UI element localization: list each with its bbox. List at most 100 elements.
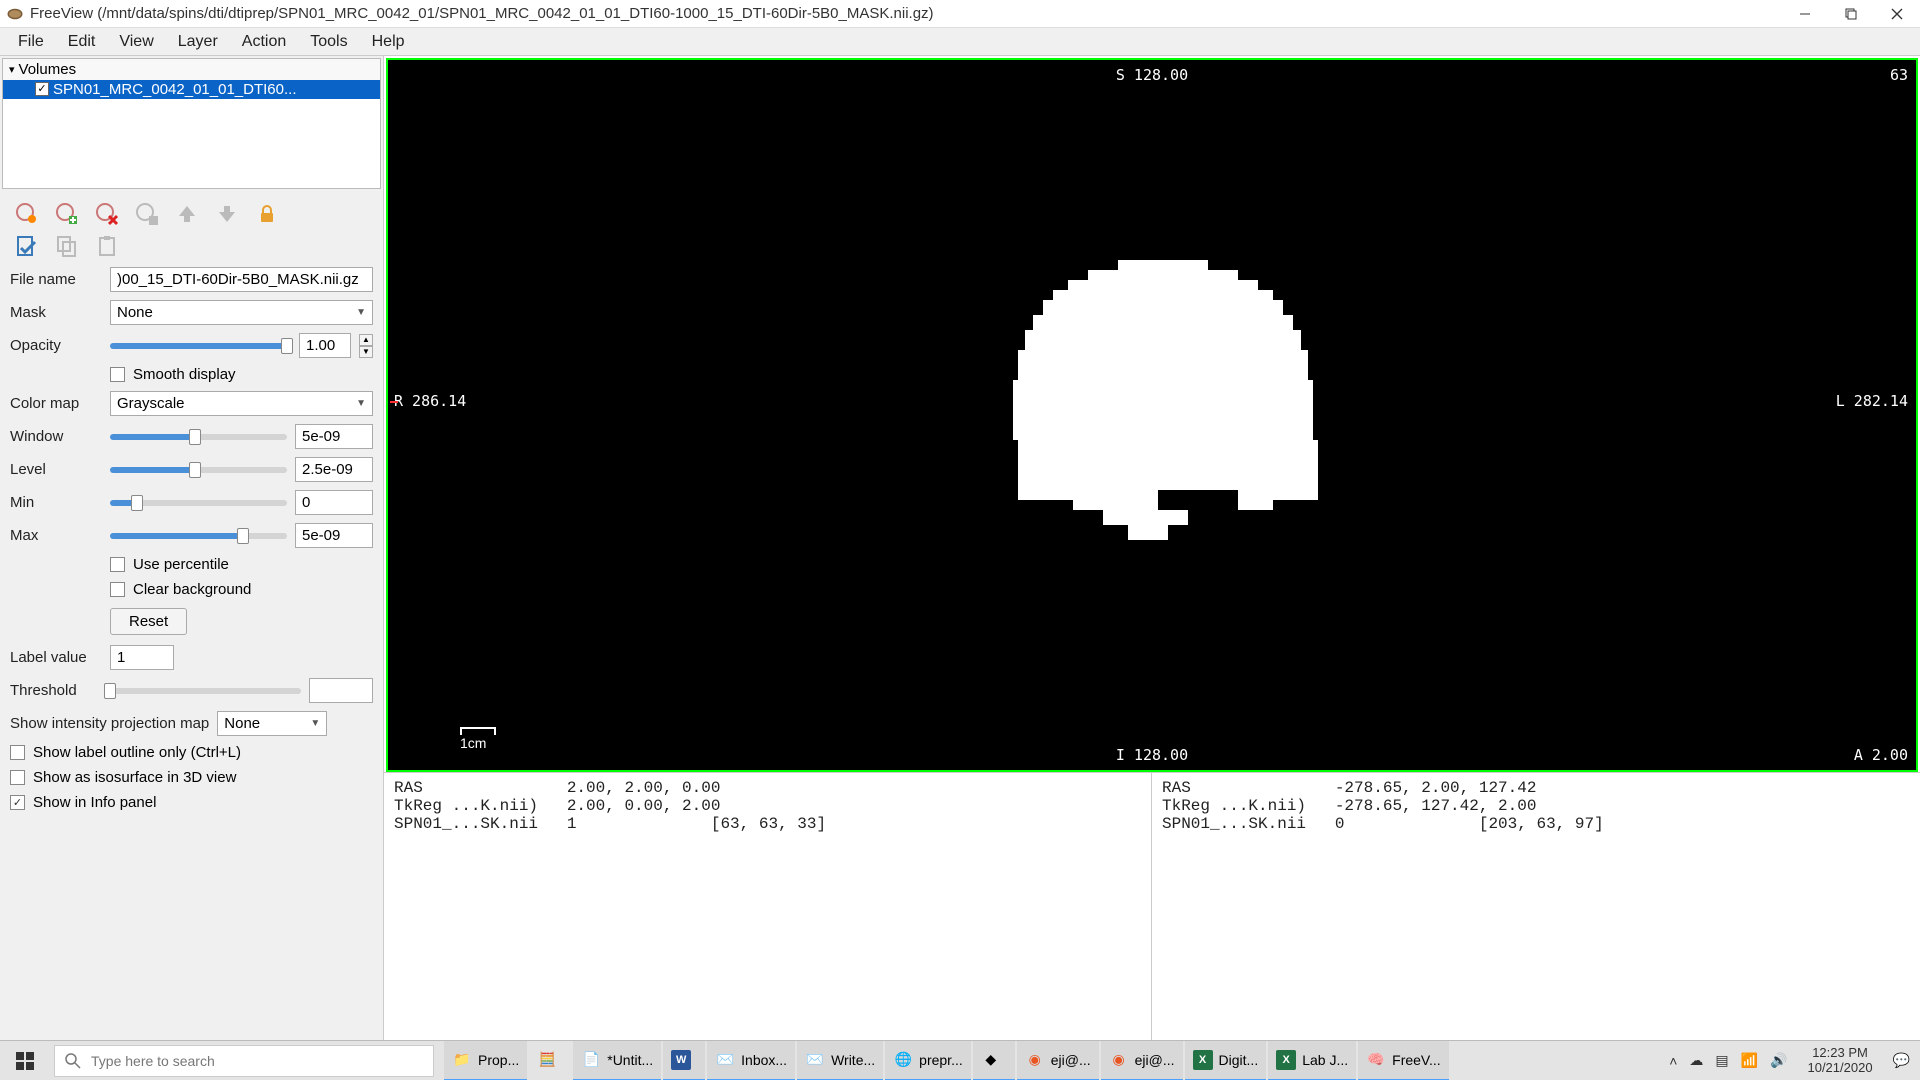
iso-checkbox[interactable]	[10, 770, 25, 785]
window-title: FreeView (/mnt/data/spins/dti/dtiprep/SP…	[30, 5, 934, 22]
labelvalue-input[interactable]	[110, 645, 174, 670]
volume-item[interactable]: SPN01_MRC_0042_01_01_DTI60...	[3, 80, 380, 99]
network-icon[interactable]: ▤	[1715, 1052, 1728, 1069]
outline-checkbox[interactable]	[10, 745, 25, 760]
opacity-input[interactable]	[299, 333, 351, 358]
taskbar-clock[interactable]: 12:23 PM 10/21/2020	[1799, 1046, 1880, 1076]
colormap-label: Color map	[10, 395, 102, 412]
taskbar-app[interactable]: 🧮	[529, 1041, 571, 1080]
info-left: RAS 2.00, 2.00, 0.00 TkReg ...K.nii) 2.0…	[384, 773, 1152, 1040]
paste-icon[interactable]	[94, 233, 120, 259]
info-panels: RAS 2.00, 2.00, 0.00 TkReg ...K.nii) 2.0…	[384, 772, 1920, 1040]
iso-label: Show as isosurface in 3D view	[33, 769, 236, 786]
level-input[interactable]	[295, 457, 373, 482]
volume-checkbox[interactable]	[35, 82, 49, 96]
filename-input[interactable]	[110, 267, 373, 292]
taskbar-app[interactable]: ◆	[973, 1041, 1015, 1080]
taskbar-app[interactable]: ✉️Inbox...	[707, 1041, 795, 1080]
window-input[interactable]	[295, 424, 373, 449]
copy-icon[interactable]	[54, 233, 80, 259]
lock-icon[interactable]	[254, 201, 280, 227]
opacity-slider[interactable]	[110, 343, 291, 349]
percentile-checkbox[interactable]	[110, 557, 125, 572]
excel-icon: X	[1193, 1050, 1213, 1070]
labelvalue-row: Label value	[0, 641, 383, 674]
colormap-select[interactable]: Grayscale▼	[110, 391, 373, 416]
threshold-slider[interactable]	[110, 688, 301, 694]
menu-file[interactable]: File	[6, 31, 56, 53]
close-button[interactable]	[1874, 0, 1920, 28]
minimize-button[interactable]	[1782, 0, 1828, 28]
tray-overflow-icon[interactable]: ˄	[1669, 1053, 1677, 1069]
window-titlebar: FreeView (/mnt/data/spins/dti/dtiprep/SP…	[0, 0, 1920, 28]
layer-toolbar-2	[0, 231, 383, 263]
menu-layer[interactable]: Layer	[166, 31, 230, 53]
menu-action[interactable]: Action	[230, 31, 298, 53]
taskbar-app[interactable]: 🌐prepr...	[885, 1041, 971, 1080]
start-button[interactable]	[0, 1041, 50, 1080]
min-input[interactable]	[295, 490, 373, 515]
maximize-button[interactable]	[1828, 0, 1874, 28]
smooth-checkbox[interactable]	[110, 367, 125, 382]
volumes-list[interactable]: SPN01_MRC_0042_01_01_DTI60...	[3, 80, 380, 188]
scale-label: 1cm	[460, 735, 486, 751]
calculator-icon: 🧮	[537, 1050, 557, 1070]
taskbar-app[interactable]: W	[663, 1041, 705, 1080]
infopanel-checkbox[interactable]: ✓	[10, 795, 25, 810]
level-label: Level	[10, 461, 102, 478]
outline-label: Show label outline only (Ctrl+L)	[33, 744, 241, 761]
move-down-icon[interactable]	[214, 201, 240, 227]
scale-bar: 1cm	[460, 719, 496, 752]
taskbar-app[interactable]: XLab J...	[1268, 1041, 1356, 1080]
onedrive-icon[interactable]: ☁	[1689, 1052, 1703, 1069]
max-row: Max	[0, 519, 383, 552]
taskbar-app[interactable]: ◉eji@...	[1017, 1041, 1099, 1080]
sidebar: ▾ Volumes SPN01_MRC_0042_01_01_DTI60...	[0, 56, 384, 1040]
menu-help[interactable]: Help	[360, 31, 417, 53]
menu-edit[interactable]: Edit	[56, 31, 108, 53]
window-slider[interactable]	[110, 434, 287, 440]
taskbar-app[interactable]: 📄*Untit...	[573, 1041, 661, 1080]
move-up-icon[interactable]	[174, 201, 200, 227]
opacity-spinner[interactable]: ▲▼	[359, 334, 373, 358]
volumes-header[interactable]: ▾ Volumes	[3, 59, 380, 80]
layer-add-icon[interactable]	[54, 201, 80, 227]
threshold-input[interactable]	[309, 678, 373, 703]
taskbar-app[interactable]: 🧠FreeV...	[1358, 1041, 1449, 1080]
taskbar-app[interactable]: ✉️Write...	[797, 1041, 883, 1080]
max-input[interactable]	[295, 523, 373, 548]
speaker-icon[interactable]: 🔊	[1770, 1052, 1787, 1069]
projection-row: Show intensity projection map None▼	[0, 707, 383, 740]
smooth-row: Smooth display	[0, 362, 383, 387]
taskbar-app[interactable]: XDigit...	[1185, 1041, 1267, 1080]
slice-viewport[interactable]: S 128.00 63 R 286.14 L 282.14 I 128.00 A…	[386, 58, 1918, 772]
infopanel-row: ✓ Show in Info panel	[0, 790, 383, 815]
wifi-icon[interactable]: 📶	[1741, 1052, 1758, 1069]
taskbar-app[interactable]: ◉eji@...	[1101, 1041, 1183, 1080]
clearbg-checkbox[interactable]	[110, 582, 125, 597]
excel-icon: X	[1276, 1050, 1296, 1070]
layer-configure-icon[interactable]	[14, 201, 40, 227]
menu-view[interactable]: View	[107, 31, 165, 53]
min-label: Min	[10, 494, 102, 511]
notepad-icon: 📄	[581, 1050, 601, 1070]
reset-button[interactable]: Reset	[110, 608, 187, 635]
taskbar-search[interactable]: Type here to search	[54, 1045, 434, 1077]
level-slider[interactable]	[110, 467, 287, 473]
projection-select[interactable]: None▼	[217, 711, 327, 736]
labelvalue-label: Label value	[10, 649, 102, 666]
search-icon	[65, 1053, 81, 1069]
percentile-label: Use percentile	[133, 556, 229, 573]
menu-tools[interactable]: Tools	[298, 31, 359, 53]
layer-save-icon[interactable]	[134, 201, 160, 227]
layer-remove-icon[interactable]	[94, 201, 120, 227]
notifications-icon[interactable]: 💬	[1893, 1052, 1910, 1069]
clock-time: 12:23 PM	[1807, 1046, 1872, 1061]
taskbar-app[interactable]: 📁Prop...	[444, 1041, 527, 1080]
chevron-down-icon: ▼	[356, 307, 366, 318]
chevron-down-icon: ▼	[356, 398, 366, 409]
max-slider[interactable]	[110, 533, 287, 539]
mask-select[interactable]: None▼	[110, 300, 373, 325]
inspect-icon[interactable]	[14, 233, 40, 259]
min-slider[interactable]	[110, 500, 287, 506]
